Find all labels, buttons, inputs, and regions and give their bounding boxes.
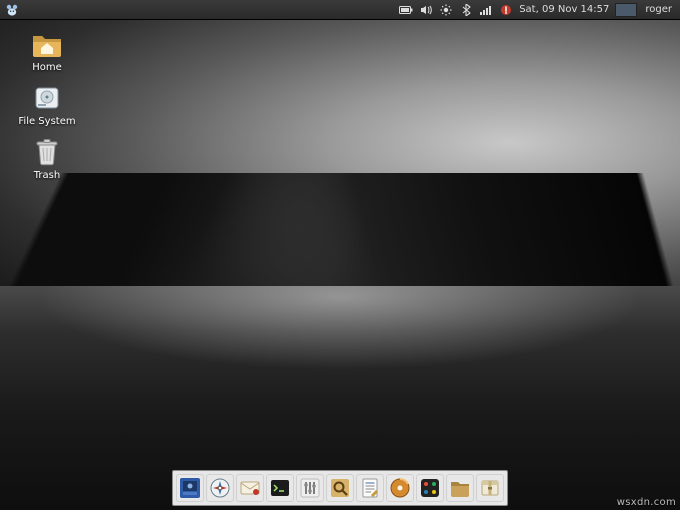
desktop-icon-label: Trash [12, 170, 82, 181]
software-updates-icon[interactable] [499, 3, 513, 17]
dock-music-player[interactable] [386, 474, 414, 502]
dock-screenshot-tool[interactable] [176, 474, 204, 502]
dock-color-palette[interactable] [416, 474, 444, 502]
bluetooth-icon[interactable] [459, 3, 473, 17]
xfce-mouse-icon [5, 3, 19, 17]
clock[interactable]: Sat, 09 Nov 14:57 [519, 4, 609, 15]
desktop-icon-label: Home [12, 62, 82, 73]
folder-home-icon [31, 28, 63, 60]
dock-application-finder[interactable] [326, 474, 354, 502]
keyboard-layout-indicator[interactable] [615, 3, 637, 17]
watermark: wsxdn.com [617, 497, 676, 508]
dock-office-writer[interactable] [356, 474, 384, 502]
system-tray: Sat, 09 Nov 14:57 roger [399, 3, 680, 17]
dock [172, 470, 508, 506]
dock-file-manager[interactable] [446, 474, 474, 502]
network-signal-icon[interactable] [479, 3, 493, 17]
dock-web-browser[interactable] [206, 474, 234, 502]
desktop[interactable]: Home File System Trash [0, 20, 680, 510]
brightness-icon[interactable] [439, 3, 453, 17]
trash-icon [31, 136, 63, 168]
desktop-icon-label: File System [12, 116, 82, 127]
desktop-icon-file-system[interactable]: File System [12, 82, 82, 127]
applications-menu-button[interactable] [3, 1, 21, 19]
drive-harddisk-icon [31, 82, 63, 114]
dock-archive-manager[interactable] [476, 474, 504, 502]
battery-icon[interactable] [399, 3, 413, 17]
desktop-icon-trash[interactable]: Trash [12, 136, 82, 181]
user-menu[interactable]: roger [643, 4, 674, 15]
dock-mail-client[interactable] [236, 474, 264, 502]
desktop-icon-home[interactable]: Home [12, 28, 82, 73]
volume-icon[interactable] [419, 3, 433, 17]
dock-settings[interactable] [296, 474, 324, 502]
dock-terminal[interactable] [266, 474, 294, 502]
top-panel: Sat, 09 Nov 14:57 roger [0, 0, 680, 20]
